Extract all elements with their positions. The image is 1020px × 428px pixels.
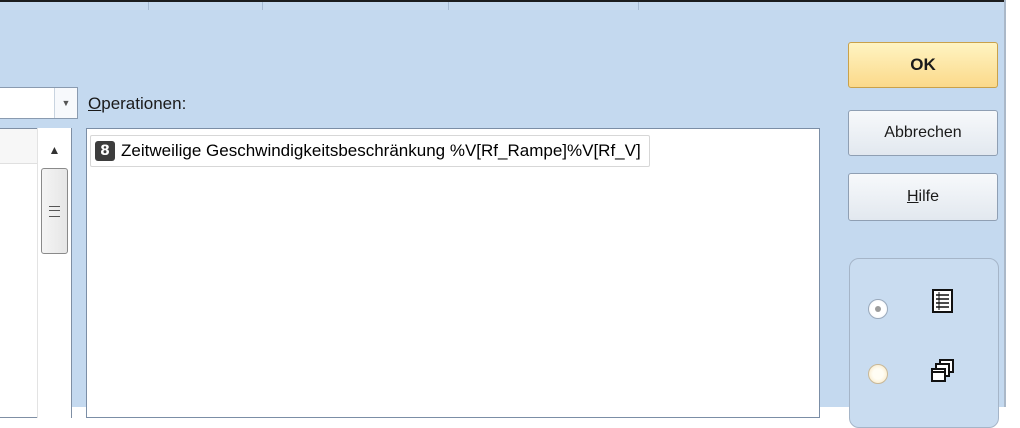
operations-list[interactable]: 8 Zeitweilige Geschwindigkeitsbeschränku… (86, 128, 820, 418)
radio-cascade-view[interactable] (868, 364, 888, 384)
source-list-scrollbar[interactable]: ▲ (37, 128, 71, 418)
scroll-up-icon[interactable]: ▲ (42, 138, 67, 162)
operation-type-icon: 8 (95, 141, 115, 161)
grip-icon (49, 205, 60, 217)
scroll-thumb[interactable] (41, 168, 68, 254)
cascade-windows-icon[interactable] (930, 358, 956, 384)
cancel-button[interactable]: Abbrechen (848, 110, 998, 156)
list-view-icon[interactable] (930, 288, 956, 314)
operation-text: Zeitweilige Geschwindigkeitsbeschränkung… (121, 141, 641, 160)
help-accelerator: H (906, 188, 919, 205)
dialog-window: ▼ ▲ Operationen: 8 Zeitweilige Geschwind… (0, 0, 1006, 428)
operations-label: Operationen: (88, 94, 186, 114)
ok-button[interactable]: OK (848, 42, 998, 88)
operations-label-accelerator: O (88, 94, 102, 113)
operations-label-text: perationen: (101, 94, 187, 113)
view-options-group (849, 258, 999, 428)
list-item[interactable]: 8 Zeitweilige Geschwindigkeitsbeschränku… (90, 135, 650, 167)
title-band (0, 0, 1004, 10)
radio-list-view[interactable] (868, 299, 888, 319)
help-label: ilfe (918, 188, 939, 205)
chevron-down-icon[interactable]: ▼ (54, 88, 77, 118)
filter-combobox[interactable]: ▼ (0, 87, 78, 119)
help-button[interactable]: Hilfe (848, 173, 998, 221)
